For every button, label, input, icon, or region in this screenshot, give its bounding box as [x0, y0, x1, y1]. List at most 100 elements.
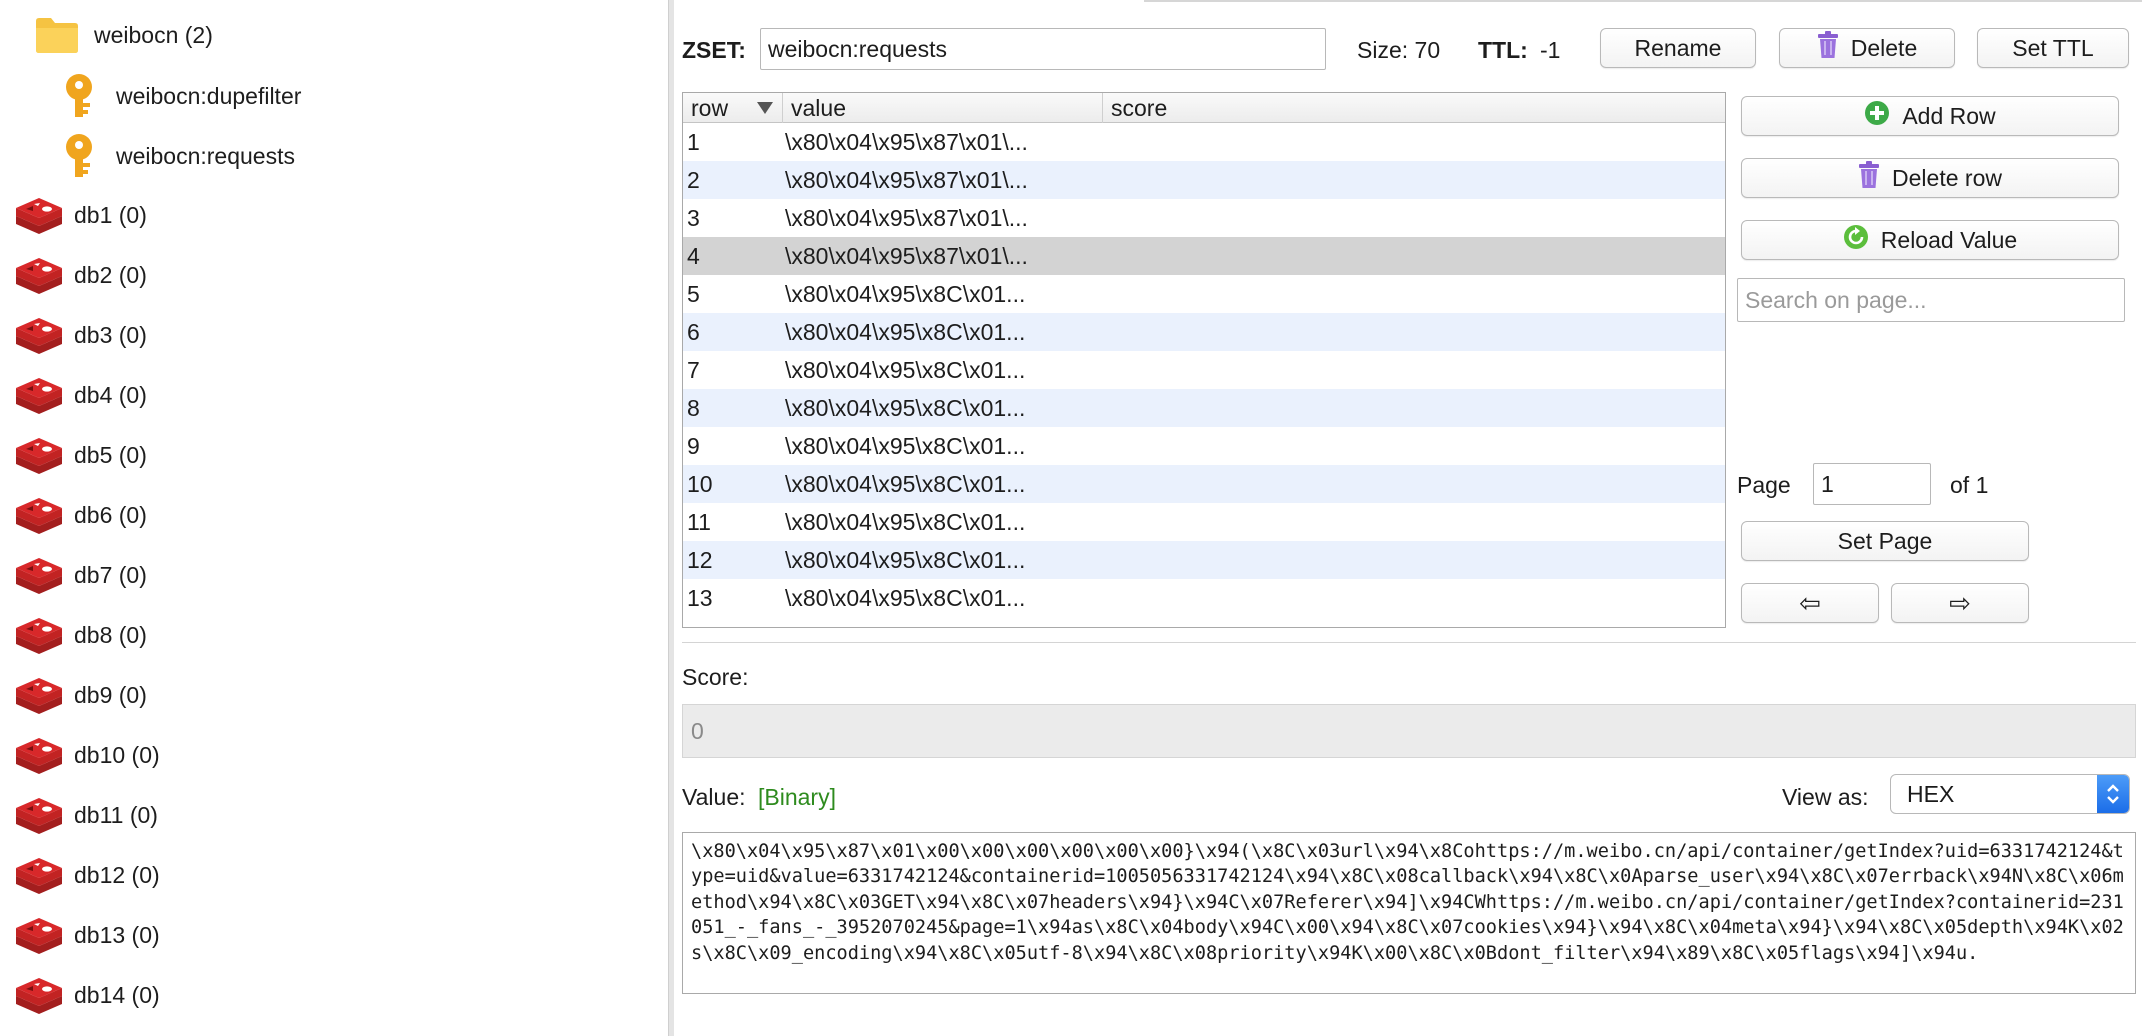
table-row[interactable]: 10 \x80\x04\x95\x8C\x01...: [683, 465, 1725, 503]
table-row[interactable]: 12 \x80\x04\x95\x8C\x01...: [683, 541, 1725, 579]
table-row[interactable]: 9 \x80\x04\x95\x8C\x01...: [683, 427, 1725, 465]
table-row[interactable]: 3 \x80\x04\x95\x87\x01\...: [683, 199, 1725, 237]
table-row[interactable]: 1 \x80\x04\x95\x87\x01\...: [683, 123, 1725, 161]
table-row[interactable]: 11 \x80\x04\x95\x8C\x01...: [683, 503, 1725, 541]
tree-item-label: db9 (0): [74, 681, 147, 708]
cell-row: 6: [687, 318, 700, 345]
tree-item-label: db3 (0): [74, 321, 147, 348]
column-header-score[interactable]: score: [1103, 93, 1725, 123]
table-row[interactable]: 13 \x80\x04\x95\x8C\x01...: [683, 579, 1725, 617]
tree-item-label: db4 (0): [74, 381, 147, 408]
tree-item-database[interactable]: db2 (0): [14, 245, 147, 305]
redis-db-icon: [14, 374, 64, 416]
redis-db-icon: [14, 254, 64, 296]
next-page-button[interactable]: ⇨: [1891, 583, 2029, 623]
tree-item-database[interactable]: db7 (0): [14, 545, 147, 605]
tree-item-database[interactable]: db10 (0): [14, 725, 160, 785]
table-row[interactable]: 2 \x80\x04\x95\x87\x01\...: [683, 161, 1725, 199]
column-header-value[interactable]: value: [783, 93, 1103, 123]
value-editor[interactable]: \x80\x04\x95\x87\x01\x00\x00\x00\x00\x00…: [682, 832, 2136, 994]
size-label: Size: 70: [1357, 37, 1441, 63]
key-type-label: ZSET:: [682, 37, 746, 63]
tree-item-database[interactable]: db4 (0): [14, 365, 147, 425]
cell-row: 4: [687, 242, 700, 269]
tree-item-database[interactable]: db1 (0): [14, 185, 147, 245]
reload-icon: [1843, 224, 1869, 256]
table-row[interactable]: 7 \x80\x04\x95\x8C\x01...: [683, 351, 1725, 389]
set-page-button[interactable]: Set Page: [1741, 521, 2029, 561]
binary-tag: [Binary]: [758, 784, 836, 810]
reload-value-button[interactable]: Reload Value: [1741, 220, 2119, 260]
tree-item-label: weibocn:dupefilter: [116, 82, 302, 109]
set-ttl-button[interactable]: Set TTL: [1977, 28, 2129, 68]
tree-item-folder-weibocn[interactable]: weibocn (2): [34, 5, 213, 65]
tree-item-label: db2 (0): [74, 261, 147, 288]
ttl-value: -1: [1540, 37, 1561, 63]
page-number-input[interactable]: 1: [1813, 463, 1931, 505]
cell-value: \x80\x04\x95\x8C\x01...: [785, 584, 1026, 611]
key-icon: [62, 73, 96, 119]
redis-db-icon: [14, 194, 64, 236]
cell-value: \x80\x04\x95\x8C\x01...: [785, 394, 1026, 421]
tree-item-database[interactable]: db3 (0): [14, 305, 147, 365]
cell-row: 7: [687, 356, 700, 383]
cell-value: \x80\x04\x95\x8C\x01...: [785, 508, 1026, 535]
values-table[interactable]: row value score 1 \x80\x04\x95\x87\x01\..…: [682, 92, 1726, 628]
cell-value: \x80\x04\x95\x8C\x01...: [785, 356, 1026, 383]
cell-row: 9: [687, 432, 700, 459]
cell-row: 11: [687, 508, 711, 535]
folder-icon: [34, 15, 80, 55]
tree-item-database[interactable]: db13 (0): [14, 905, 160, 965]
column-header-row[interactable]: row: [683, 93, 783, 123]
tree-item-database[interactable]: db8 (0): [14, 605, 147, 665]
set-page-button-label: Set Page: [1837, 527, 1933, 554]
tree-item-database[interactable]: db11 (0): [14, 785, 158, 845]
search-on-page-input[interactable]: Search on page...: [1737, 278, 2125, 322]
table-row[interactable]: 8 \x80\x04\x95\x8C\x01...: [683, 389, 1725, 427]
tree-item-database[interactable]: db12 (0): [14, 845, 160, 905]
score-field[interactable]: 0: [682, 704, 2136, 758]
sort-desc-icon: [757, 102, 773, 114]
tree-item-database[interactable]: db5 (0): [14, 425, 147, 485]
table-row[interactable]: 6 \x80\x04\x95\x8C\x01...: [683, 313, 1725, 351]
tree-item-key[interactable]: weibocn:dupefilter: [62, 66, 301, 126]
redis-db-icon: [14, 674, 64, 716]
add-row-button[interactable]: Add Row: [1741, 96, 2119, 136]
table-header: row value score: [683, 93, 1725, 123]
tree-item-label: db6 (0): [74, 501, 147, 528]
redis-db-icon: [14, 314, 64, 356]
cell-row: 8: [687, 394, 700, 421]
plus-circle-icon: [1864, 100, 1890, 132]
delete-key-button[interactable]: Delete: [1779, 28, 1955, 68]
tree-item-label: db8 (0): [74, 621, 147, 648]
prev-page-button[interactable]: ⇦: [1741, 583, 1879, 623]
tree-item-database[interactable]: db9 (0): [14, 665, 147, 725]
table-row[interactable]: 4 \x80\x04\x95\x87\x01\...: [683, 237, 1725, 275]
tree-item-label: db7 (0): [74, 561, 147, 588]
cell-value: \x80\x04\x95\x87\x01\...: [785, 204, 1028, 231]
pane-splitter[interactable]: [668, 0, 674, 1036]
tree-item-label: db10 (0): [74, 741, 160, 768]
tree-item-database[interactable]: db6 (0): [14, 485, 147, 545]
delete-key-button-label: Delete: [1850, 34, 1918, 61]
cell-value: \x80\x04\x95\x8C\x01...: [785, 546, 1026, 573]
tree-item-key[interactable]: weibocn:requests: [62, 126, 295, 186]
section-divider: [682, 642, 2136, 643]
tree-item-database[interactable]: db14 (0): [14, 965, 160, 1025]
rename-button[interactable]: Rename: [1600, 28, 1756, 68]
view-as-select[interactable]: HEX: [1890, 774, 2130, 814]
delete-row-button[interactable]: Delete row: [1741, 158, 2119, 198]
tree-item-label: db11 (0): [74, 801, 158, 828]
column-header-label: value: [791, 94, 846, 121]
chevron-up-down-icon: [2097, 775, 2129, 813]
key-name-field[interactable]: weibocn:requests: [760, 28, 1326, 70]
redis-db-icon: [14, 434, 64, 476]
tree-item-label: db13 (0): [74, 921, 160, 948]
cell-row: 1: [687, 128, 700, 155]
column-header-label: score: [1111, 94, 1168, 121]
cell-row: 3: [687, 204, 700, 231]
column-header-label: row: [691, 94, 729, 121]
cell-value: \x80\x04\x95\x8C\x01...: [785, 470, 1026, 497]
table-row[interactable]: 5 \x80\x04\x95\x8C\x01...: [683, 275, 1725, 313]
cell-row: 5: [687, 280, 700, 307]
